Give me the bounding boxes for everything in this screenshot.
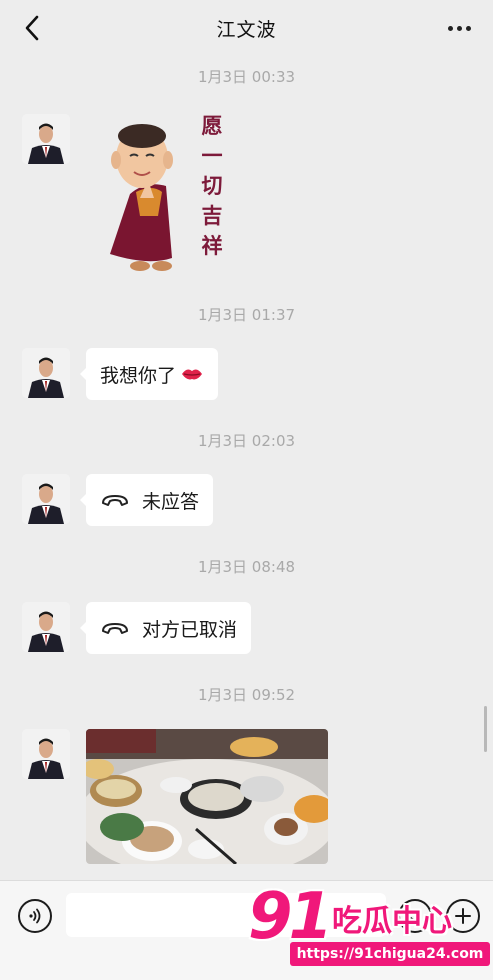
call-message-bubble[interactable]: 对方已取消 <box>79 602 252 654</box>
call-status-text: 未应答 <box>142 490 200 513</box>
avatar[interactable] <box>22 474 70 524</box>
plus-icon[interactable] <box>446 899 480 933</box>
more-dots-icon[interactable] <box>443 14 475 42</box>
food-photo[interactable] <box>86 729 328 864</box>
avatar[interactable] <box>22 729 70 779</box>
voice-icon[interactable] <box>18 899 52 933</box>
call-status-text: 对方已取消 <box>142 618 238 641</box>
message-text: 我想你了 <box>100 364 177 387</box>
chat-header: 江文波 <box>0 0 493 56</box>
timestamp: 1月3日 00:33 <box>197 68 296 86</box>
kiss-lips-icon <box>180 365 204 383</box>
timestamp: 1月3日 09:52 <box>197 686 296 704</box>
avatar[interactable] <box>22 114 70 164</box>
chat-area[interactable]: 1月3日 00:33 愿 一 切 吉 祥 1月3日 01:37 我想你了 1月3… <box>0 56 493 880</box>
avatar[interactable] <box>22 348 70 398</box>
scrollbar[interactable] <box>484 706 487 752</box>
timestamp: 1月3日 01:37 <box>197 306 296 324</box>
phone-hangup-icon <box>100 618 130 638</box>
phone-hangup-icon <box>100 490 130 510</box>
avatar[interactable] <box>22 602 70 652</box>
input-bar <box>0 880 493 980</box>
message-bubble[interactable]: 我想你了 <box>79 348 219 400</box>
sticker-caption: 愿 一 切 吉 祥 <box>201 113 223 258</box>
message-input[interactable] <box>66 893 386 937</box>
call-message-bubble[interactable]: 未应答 <box>79 474 214 526</box>
timestamp: 1月3日 02:03 <box>197 432 296 450</box>
emoji-icon[interactable] <box>398 899 432 933</box>
chevron-left-icon[interactable] <box>18 14 46 42</box>
chat-title: 江文波 <box>216 18 277 41</box>
timestamp: 1月3日 08:48 <box>197 558 296 576</box>
